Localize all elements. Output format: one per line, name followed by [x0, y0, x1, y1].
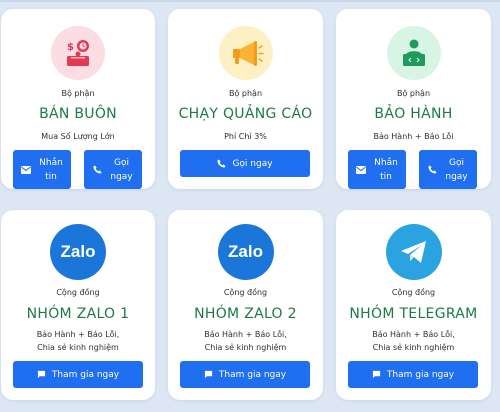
message-button[interactable]: Nhắn tin [348, 150, 406, 189]
phone-icon [217, 159, 226, 168]
card-title: NHÓM TELEGRAM [349, 306, 478, 322]
card-title: NHÓM ZALO 1 [26, 306, 130, 322]
desc-line: Bảo Hành + Báo Lỗi, [36, 330, 120, 339]
card-zalo-2: Zalo Cộng đồng NHÓM ZALO 2 Bảo Hành + Bá… [168, 210, 323, 400]
zalo-icon: Zalo [217, 224, 274, 280]
desc-line: Chia sẻ kinh nghiệm [37, 343, 119, 352]
card-description: Bảo Hành + Báo Lỗi, Chia sẻ kinh nghiệm [1, 328, 155, 354]
message-button-label: Nhắn tin [39, 157, 63, 182]
join-button[interactable]: Tham gia ngay [180, 361, 310, 388]
top-divider [0, 0, 500, 2]
card-eyebrow: Bộ phận [396, 89, 431, 98]
call-button[interactable]: Gọi ngay [180, 150, 310, 177]
chat-icon [372, 370, 381, 379]
desc-line: Bảo Hành + Báo Lỗi, [204, 330, 287, 339]
message-button[interactable]: Nhắn tin [13, 150, 71, 189]
join-button-label: Tham gia ngay [51, 369, 120, 380]
card-eyebrow: Cộng đồng [56, 288, 100, 297]
phone-icon [92, 165, 102, 174]
wholesale-icon: $ [51, 26, 105, 80]
desc-line: Bảo Hành + Báo Lỗi, [372, 330, 455, 339]
card-wholesale: $ Bộ phận BÁN BUÔN Mua Số Lượng Lớn Nhắn… [1, 9, 155, 189]
join-button-label: Tham gia ngay [386, 369, 455, 380]
card-title: BẢO HÀNH [374, 106, 453, 122]
call-button-label: Gọi ngay [445, 157, 468, 182]
card-description: Bảo Hành + Báo Lỗi [373, 132, 454, 141]
card-title: BÁN BUÔN [39, 106, 117, 122]
card-zalo-1: Zalo Cộng đồng NHÓM ZALO 1 Bảo Hành + Bá… [1, 210, 155, 400]
phone-icon [427, 165, 437, 174]
card-description: Bảo Hành + Báo Lỗi, Chia sẻ kinh nghiệm [168, 328, 323, 354]
mail-icon [356, 165, 366, 174]
megaphone-icon [218, 26, 273, 80]
support-icon [386, 26, 441, 80]
join-button[interactable]: Tham gia ngay [348, 361, 478, 388]
call-button-label: Gọi ngay [110, 157, 133, 182]
card-description: Mua Số Lượng Lớn [41, 132, 115, 141]
card-title: NHÓM ZALO 2 [194, 306, 297, 322]
card-eyebrow: Bộ phận [61, 89, 95, 98]
card-warranty: Bộ phận BẢO HÀNH Bảo Hành + Báo Lỗi Nhắn… [336, 9, 491, 189]
card-telegram: Cộng đồng NHÓM TELEGRAM Bảo Hành + Báo L… [336, 210, 491, 400]
telegram-icon [385, 224, 442, 280]
call-button[interactable]: Gọi ngay [84, 150, 142, 189]
mail-icon [21, 165, 31, 174]
card-description: Phí Chỉ 3% [224, 132, 267, 141]
zalo-icon: Zalo [50, 224, 106, 280]
message-button-label: Nhắn tin [374, 157, 398, 182]
desc-line: Chia sẻ kinh nghiệm [372, 343, 455, 352]
card-title: CHẠY QUẢNG CÁO [178, 106, 313, 122]
join-button[interactable]: Tham gia ngay [13, 361, 143, 388]
chat-icon [204, 370, 213, 379]
call-button-label: Gọi ngay [232, 158, 273, 169]
card-eyebrow: Cộng đồng [223, 288, 268, 297]
desc-line: Chia sẻ kinh nghiệm [204, 343, 287, 352]
svg-text:$: $ [67, 42, 74, 53]
card-eyebrow: Bộ phận [228, 89, 263, 98]
zalo-icon-text: Zalo [60, 242, 96, 261]
card-description: Bảo Hành + Báo Lỗi, Chia sẻ kinh nghiệm [336, 328, 491, 354]
call-button[interactable]: Gọi ngay [419, 150, 477, 189]
chat-icon [37, 370, 46, 379]
card-advertising: Bộ phận CHẠY QUẢNG CÁO Phí Chỉ 3% Gọi ng… [168, 9, 323, 189]
card-eyebrow: Cộng đồng [391, 288, 436, 297]
join-button-label: Tham gia ngay [218, 369, 287, 380]
zalo-icon-text: Zalo [228, 242, 263, 261]
